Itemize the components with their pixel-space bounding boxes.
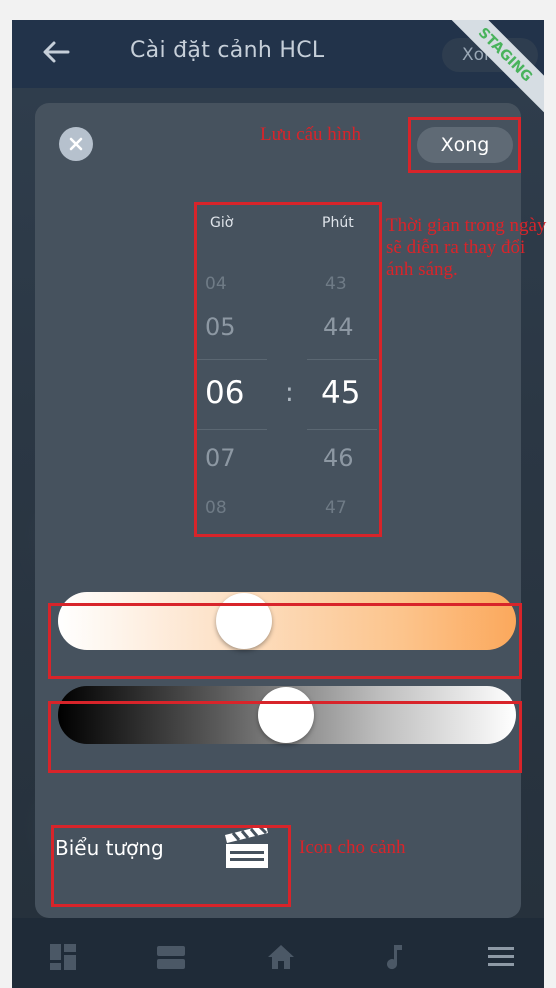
bottom-navigation	[12, 918, 544, 988]
back-arrow-icon[interactable]	[38, 34, 74, 70]
page-title: Cài đặt cảnh HCL	[130, 38, 325, 63]
close-icon	[69, 137, 83, 151]
annotation-box-icon-row	[51, 825, 291, 907]
close-button[interactable]	[59, 127, 93, 161]
home-icon[interactable]	[266, 942, 296, 972]
rooms-icon[interactable]	[156, 942, 186, 972]
annotation-box-brightness-slider	[48, 701, 522, 773]
annotation-box-cct-slider	[48, 603, 522, 679]
annotation-box-time-picker	[194, 202, 382, 537]
annotation-time-note: Thời gian trong ngày sẽ diễn ra thay đổi…	[386, 215, 547, 280]
annotation-box-done	[408, 117, 521, 173]
dashboard-icon[interactable]	[48, 942, 78, 972]
menu-icon[interactable]	[486, 942, 516, 972]
music-icon[interactable]	[380, 942, 410, 972]
app-header: Cài đặt cảnh HCL Xong STAGING	[12, 20, 544, 118]
annotation-icon-note: Icon cho cảnh	[299, 837, 406, 858]
annotation-save-config: Lưu cấu hình	[260, 124, 362, 145]
